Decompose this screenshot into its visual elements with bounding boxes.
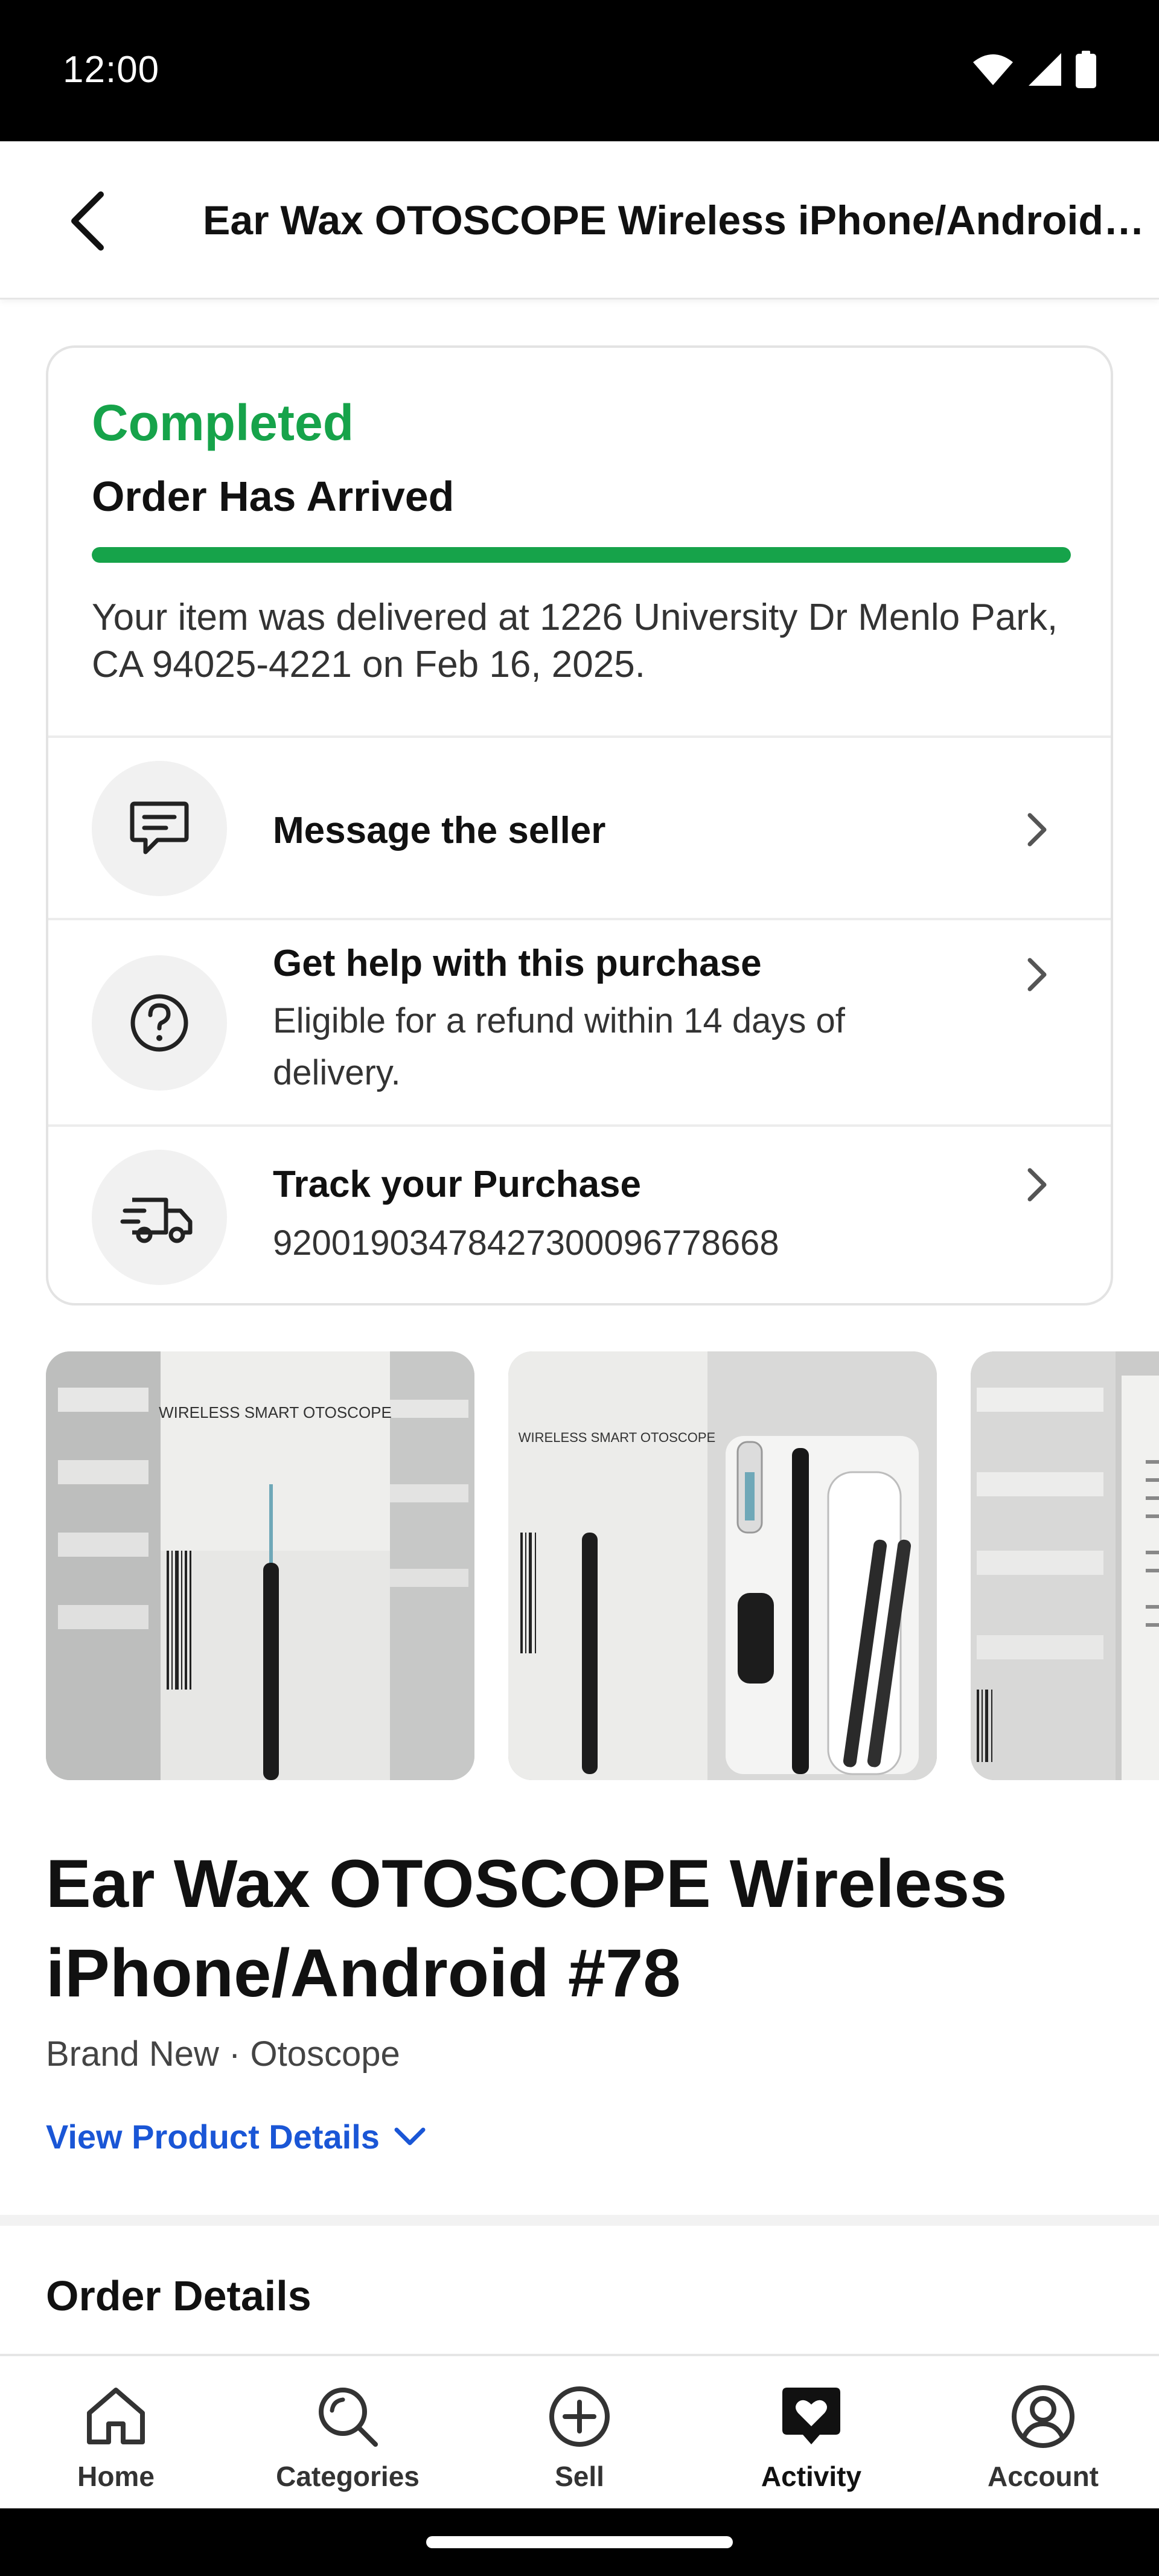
product-condition-category: Brand New · Otoscope	[46, 2034, 400, 2074]
nav-sell[interactable]: Sell	[464, 2356, 695, 2508]
message-icon-circle	[92, 761, 227, 896]
product-photo-1[interactable]: WIRELESS SMART OTOSCOPE	[46, 1351, 474, 1780]
account-icon	[1012, 2385, 1074, 2448]
get-help-row[interactable]: Get help with this purchase Eligible for…	[48, 918, 1111, 1124]
nav-categories[interactable]: Categories	[232, 2356, 464, 2508]
progress-bar	[92, 547, 1071, 563]
truck-icon	[120, 1197, 193, 1243]
nav-activity[interactable]: Activity	[695, 2356, 927, 2508]
header-title: Ear Wax OTOSCOPE Wireless iPhone/Android…	[203, 197, 1145, 243]
bottom-navigation: Home Categories Sell Activity Account	[0, 2354, 1159, 2508]
product-photo-2[interactable]: WIRELESS SMART OTOSCOPE	[508, 1351, 937, 1780]
track-purchase-row[interactable]: Track your Purchase 92001903478427300096…	[48, 1124, 1111, 1303]
product-title: Ear Wax OTOSCOPE Wireless iPhone/Android…	[46, 1846, 1007, 2011]
product-photo-carousel[interactable]: WIRELESS SMART OTOSCOPE WIRELESS SMART O…	[0, 1351, 1159, 1780]
message-icon	[130, 801, 189, 854]
back-button[interactable]	[51, 184, 126, 258]
heart-message-icon	[782, 2388, 840, 2444]
tracking-number: 92001903478427300096778668	[273, 1223, 779, 1263]
gesture-handle[interactable]	[426, 2536, 733, 2548]
order-details-heading: Order Details	[46, 2272, 311, 2319]
battery-icon	[1076, 51, 1096, 88]
nav-categories-label: Categories	[276, 2461, 420, 2492]
delivery-text: Your item was delivered at 1226 Universi…	[92, 597, 1058, 685]
chevron-right-icon	[1019, 1167, 1055, 1203]
chevron-right-icon	[1019, 812, 1055, 848]
progress-fill	[92, 547, 1071, 563]
signal-icon	[1029, 53, 1061, 86]
section-divider	[0, 2215, 1159, 2226]
status-heading: Order Has Arrived	[92, 473, 455, 520]
nav-home-label: Home	[77, 2461, 155, 2492]
order-status-card: Completed Order Has Arrived Your item wa…	[46, 345, 1113, 1306]
plus-circle-icon	[549, 2386, 610, 2447]
truck-icon-circle	[92, 1150, 227, 1285]
nav-home[interactable]: Home	[0, 2356, 232, 2508]
message-seller-row[interactable]: Message the seller	[48, 735, 1111, 918]
help-icon	[130, 994, 188, 1052]
search-icon	[319, 2388, 378, 2447]
back-arrow-icon	[71, 191, 104, 251]
chevron-right-icon	[1019, 956, 1055, 993]
message-seller-label: Message the seller	[273, 810, 606, 851]
app-header: Ear Wax OTOSCOPE Wireless iPhone/Android…	[0, 141, 1159, 300]
box-label-text: WIRELESS SMART OTOSCOPE	[519, 1430, 715, 1445]
nav-activity-label: Activity	[761, 2461, 862, 2492]
nav-account[interactable]: Account	[927, 2356, 1159, 2508]
status-bar: 12:00	[0, 0, 1159, 141]
refund-eligibility-text: Eligible for a refund within 14 days of …	[273, 1001, 845, 1092]
status-time: 12:00	[63, 49, 160, 91]
track-purchase-label: Track your Purchase	[273, 1164, 641, 1205]
get-help-label: Get help with this purchase	[273, 943, 762, 984]
nav-sell-label: Sell	[555, 2461, 604, 2492]
status-icons	[972, 51, 1096, 88]
help-icon-circle	[92, 955, 227, 1091]
status-label: Completed	[92, 394, 354, 451]
nav-account-label: Account	[988, 2461, 1099, 2492]
product-photo-3[interactable]	[971, 1351, 1159, 1780]
box-label-text: WIRELESS SMART OTOSCOPE	[159, 1403, 392, 1421]
home-icon	[87, 2388, 145, 2444]
chevron-down-icon	[394, 2127, 426, 2145]
view-product-details-link[interactable]: View Product Details	[46, 2117, 427, 2156]
system-gesture-area	[0, 2508, 1159, 2576]
wifi-icon	[973, 54, 1013, 85]
view-product-details-label: View Product Details	[46, 2118, 380, 2156]
